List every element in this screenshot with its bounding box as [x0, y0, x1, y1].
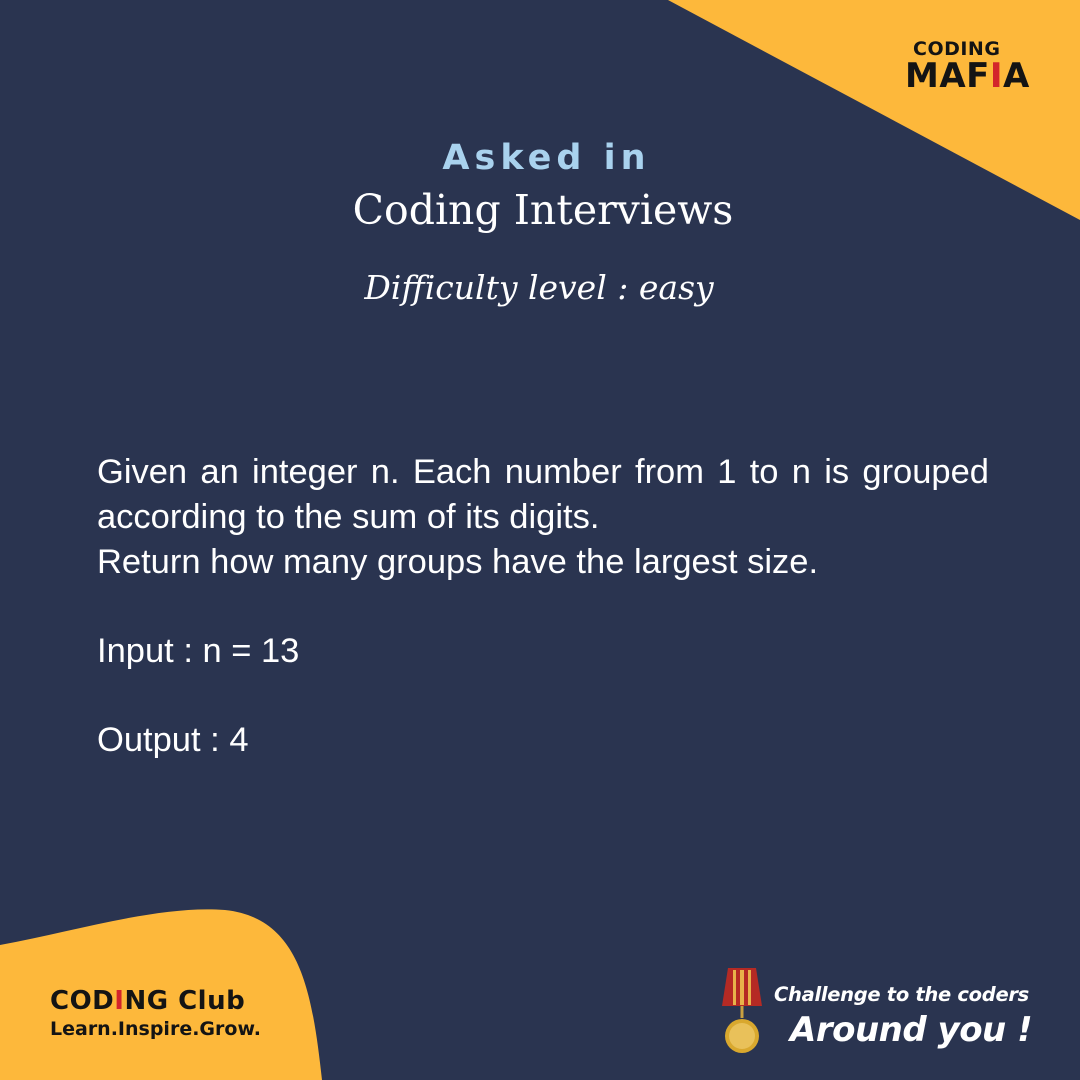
logo-mafia-prefix: MAF	[905, 56, 990, 96]
logo-line-mafia: MAFIA	[905, 59, 1035, 93]
club-tie-letter: I	[114, 986, 125, 1016]
output-example: Output : 4	[97, 721, 249, 759]
problem-statement: Given an integer n. Each number from 1 t…	[97, 450, 989, 585]
club-name-prefix: COD	[50, 986, 115, 1016]
coding-club-logo: CODING Club Learn.Inspire.Grow.	[50, 988, 261, 1039]
logo-mafia-suffix: A	[1003, 56, 1030, 96]
input-example: Input : n = 13	[97, 632, 300, 670]
medal-icon	[722, 968, 762, 1053]
club-tagline: Learn.Inspire.Grow.	[50, 1018, 261, 1040]
asked-in-heading: Asked in	[442, 138, 651, 178]
around-you-text: Around you !	[790, 1010, 1033, 1050]
club-name-suffix: NG Club	[124, 986, 246, 1016]
coding-interviews-title: Coding Interviews	[352, 186, 734, 234]
club-name: CODING Club	[50, 988, 261, 1014]
logo-tie-letter: I	[989, 56, 1004, 96]
problem-line-2: Return how many groups have the largest …	[97, 543, 819, 581]
difficulty-label: Difficulty level : easy	[364, 268, 714, 307]
coding-mafia-logo: CODING MAFIA	[905, 40, 1035, 94]
challenge-text: Challenge to the coders	[774, 983, 1029, 1006]
problem-line-1: Given an integer n. Each number from 1 t…	[97, 453, 989, 536]
post-canvas: CODING MAFIA Asked in Coding Interviews …	[0, 0, 1080, 1080]
